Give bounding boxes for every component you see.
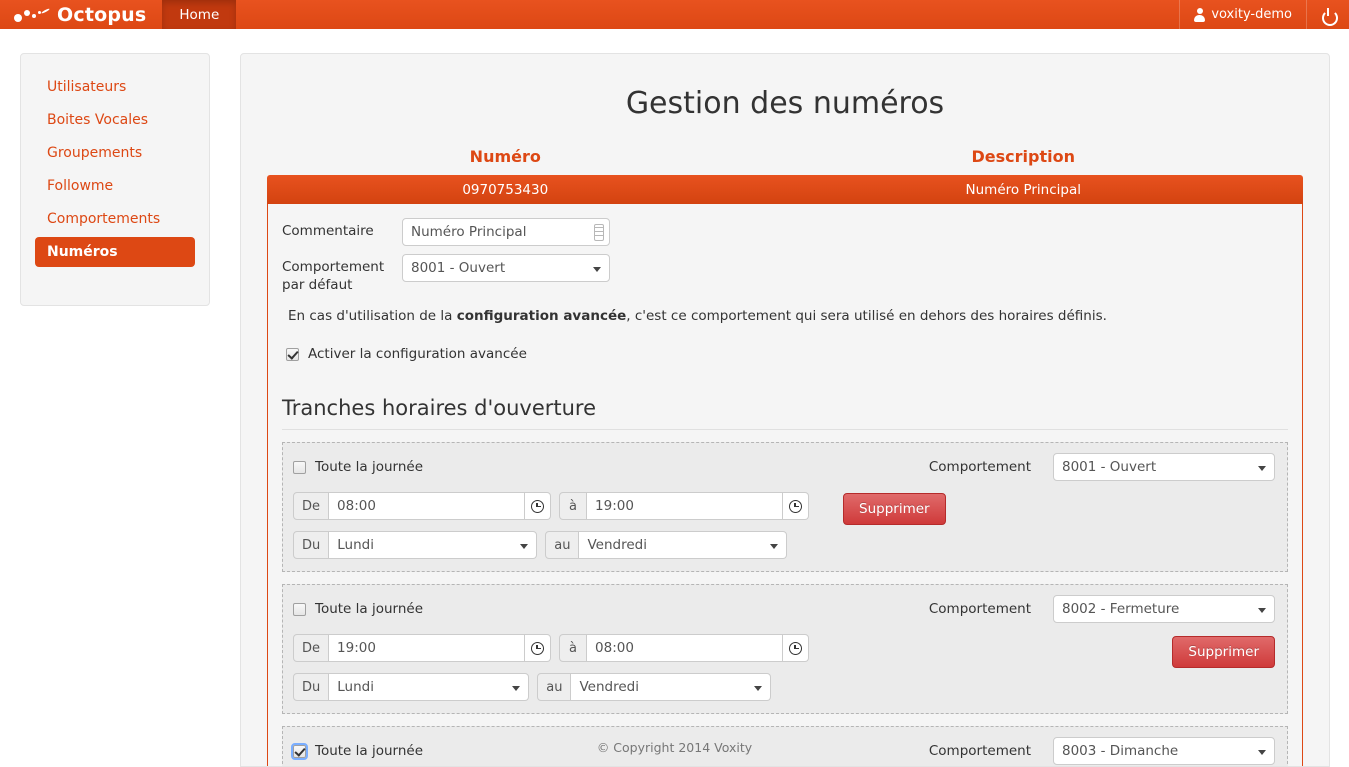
time-range-group: De 19:00 à 08:00 (293, 634, 1275, 662)
day-to-label: au (545, 531, 580, 559)
time-range-group: De 08:00 à 19:00 (293, 492, 810, 520)
time-to-input[interactable]: 08:00 (587, 634, 784, 662)
resize-handle-icon[interactable] (594, 224, 604, 241)
hint-bold: configuration avancée (456, 308, 627, 324)
brand-logo-link[interactable]: Octopus (0, 0, 162, 29)
slot-comportement-value: 8001 - Ouvert (1062, 459, 1157, 475)
commentaire-input-value: Numéro Principal (411, 224, 527, 240)
all-day-label: Toute la journée (315, 601, 424, 617)
commentaire-input[interactable]: Numéro Principal (402, 218, 610, 246)
main-panel: Gestion des numéros Numéro Description 0… (240, 53, 1330, 767)
column-header-numero: Numéro (469, 147, 541, 166)
day-range-group: Du Lundi au Vendredi (293, 531, 809, 559)
clock-icon (531, 641, 545, 655)
sidebar-item-boites-vocales[interactable]: Boites Vocales (35, 105, 195, 135)
sidebar-item-followme[interactable]: Followme (35, 171, 195, 201)
day-to-select[interactable]: Vendredi (571, 673, 772, 701)
clock-icon (789, 641, 803, 655)
user-icon (1194, 8, 1206, 22)
hint-post: , c'est ce comportement qui sera utilisé… (626, 308, 1107, 324)
delete-slot-button[interactable]: Supprimer (843, 493, 946, 525)
time-to-clock-button[interactable] (783, 492, 810, 520)
day-from-select[interactable]: Lundi (329, 673, 530, 701)
time-from-label: De (293, 492, 330, 520)
advanced-config-checkbox-row[interactable]: Activer la configuration avancée (282, 346, 1288, 362)
comportement-defaut-row: Comportement par défaut 8001 - Ouvert (282, 254, 1288, 294)
footer-copyright: © Copyright 2014 Voxity (596, 740, 753, 755)
clock-icon (789, 499, 803, 513)
slot-comportement-select[interactable]: 8002 - Fermeture (1053, 595, 1275, 623)
time-from-input[interactable]: 19:00 (329, 634, 526, 662)
user-name: voxity-demo (1211, 7, 1292, 22)
number-value: 0970753430 (462, 181, 549, 198)
slot-top: Toute la journée Comportement 8002 - Fer… (293, 595, 1275, 623)
time-to-input[interactable]: 19:00 (587, 492, 784, 520)
brand-name: Octopus (57, 3, 147, 26)
octopus-dots-icon (14, 6, 52, 24)
description-value: Numéro Principal (965, 181, 1081, 198)
comportement-defaut-select[interactable]: 8001 - Ouvert (402, 254, 610, 282)
day-to-select[interactable]: Vendredi (579, 531, 788, 559)
day-from-select[interactable]: Lundi (329, 531, 538, 559)
slot-comportement-select[interactable]: 8001 - Ouvert (1053, 453, 1275, 481)
time-from-clock-button[interactable] (525, 634, 552, 662)
nav-tab-home[interactable]: Home (162, 0, 237, 29)
advanced-config-checkbox-label: Activer la configuration avancée (308, 346, 527, 362)
time-to-clock-button[interactable] (783, 634, 810, 662)
time-slot-row: Toute la journée Comportement 8002 - Fer… (282, 584, 1288, 714)
time-from-clock-button[interactable] (525, 492, 552, 520)
day-range-group: Du Lundi au Vendredi (293, 673, 1275, 701)
slot-comportement-value: 8002 - Fermeture (1062, 601, 1180, 617)
page-title: Gestion des numéros (625, 86, 945, 121)
section-title-tranches: Tranches horaires d'ouverture (282, 396, 1288, 430)
top-navbar: Octopus Home voxity-demo (0, 0, 1349, 29)
day-from-label: Du (293, 673, 330, 701)
time-to-label: à (559, 492, 588, 520)
all-day-checkbox[interactable] (293, 602, 306, 616)
commentaire-row: Commentaire Numéro Principal (282, 218, 1288, 246)
slot-comportement-group: Comportement 8001 - Ouvert (929, 453, 1275, 481)
number-detail-body: Commentaire Numéro Principal Comportemen… (267, 204, 1303, 766)
power-icon (1321, 7, 1338, 26)
table-column-headers: Numéro Description (241, 147, 1329, 166)
navbar-right: voxity-demo (1179, 0, 1349, 29)
day-from-label: Du (293, 531, 330, 559)
time-from-input[interactable]: 08:00 (329, 492, 526, 520)
day-to-label: au (537, 673, 572, 701)
slot-top: Toute la journée Comportement 8001 - Ouv… (293, 453, 1275, 481)
delete-slot-button[interactable]: Supprimer (1172, 636, 1275, 668)
clock-icon (531, 499, 545, 513)
sidebar: Utilisateurs Boites Vocales Groupements … (20, 53, 210, 306)
all-day-label: Toute la journée (315, 459, 424, 475)
slot-comportement-label: Comportement (928, 459, 1031, 475)
number-row-header[interactable]: 0970753430 Numéro Principal (267, 175, 1303, 204)
slot-comportement-group: Comportement 8002 - Fermeture (929, 595, 1275, 623)
all-day-checkbox-row[interactable]: Toute la journée (293, 601, 423, 617)
time-to-label: à (559, 634, 588, 662)
comportement-defaut-value: 8001 - Ouvert (411, 260, 506, 276)
advanced-config-hint: En cas d'utilisation de la configuration… (282, 302, 1288, 324)
user-menu[interactable]: voxity-demo (1179, 0, 1306, 29)
sidebar-item-comportements[interactable]: Comportements (35, 204, 195, 234)
time-from-label: De (293, 634, 330, 662)
sidebar-item-numeros[interactable]: Numéros (35, 237, 195, 267)
commentaire-label: Commentaire (282, 223, 374, 239)
slot-comportement-label: Comportement (928, 601, 1031, 617)
sidebar-item-groupements[interactable]: Groupements (35, 138, 195, 168)
hint-pre: En cas d'utilisation de la (288, 308, 457, 324)
advanced-config-checkbox[interactable] (286, 347, 299, 361)
logout-button[interactable] (1306, 0, 1349, 29)
comportement-defaut-label: Comportement par défaut (282, 259, 385, 293)
time-slot-row: Toute la journée Comportement 8001 - Ouv… (282, 442, 1288, 572)
all-day-checkbox[interactable] (293, 460, 306, 474)
column-header-description: Description (971, 147, 1075, 166)
all-day-checkbox-row[interactable]: Toute la journée (293, 459, 423, 475)
sidebar-item-utilisateurs[interactable]: Utilisateurs (35, 72, 195, 102)
